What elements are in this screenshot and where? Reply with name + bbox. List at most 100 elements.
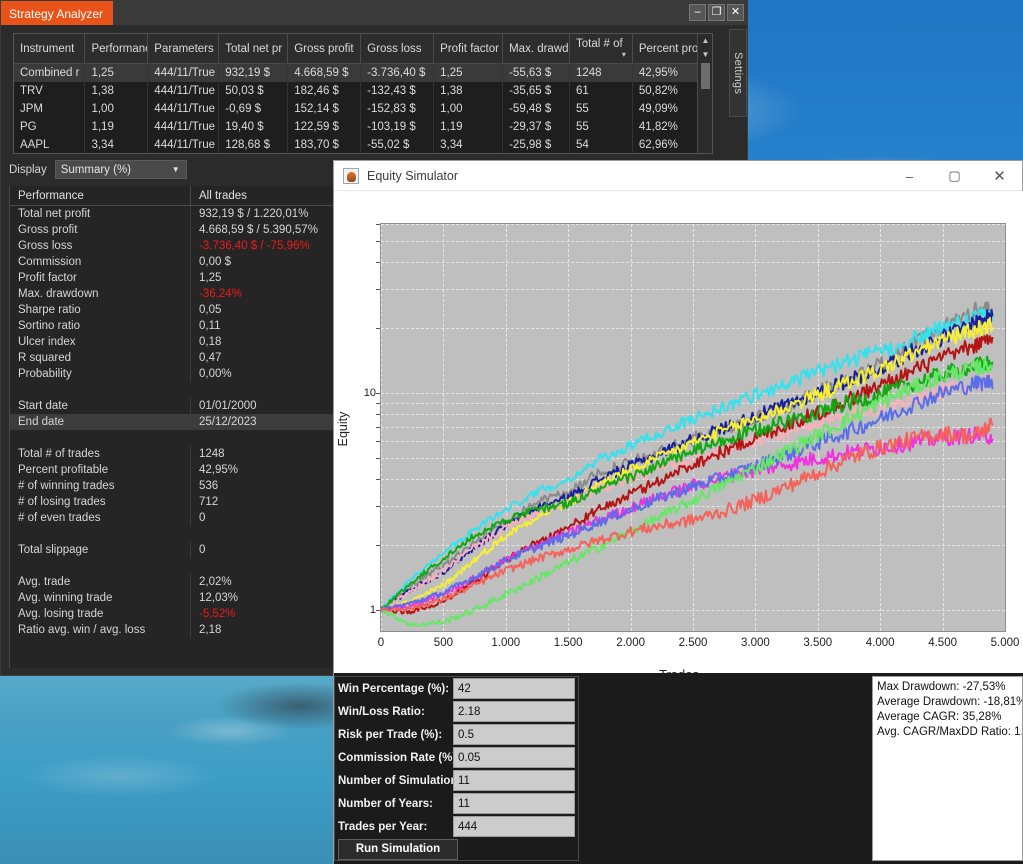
performance-row[interactable]: Avg. trade 2,02% bbox=[10, 574, 334, 590]
input-win-loss-ratio[interactable] bbox=[453, 701, 575, 722]
performance-row[interactable]: Ratio avg. win / avg. loss 2,18 bbox=[10, 622, 334, 638]
column-header-instrument[interactable]: Instrument bbox=[14, 34, 86, 64]
table-row[interactable]: AAPL 3,34 444/11/True 128,68 $183,70 $ -55,0… bbox=[14, 135, 712, 153]
performance-row[interactable]: Start date 01/01/2000 bbox=[10, 398, 334, 414]
table-cell: 1,25 bbox=[433, 63, 504, 82]
form-rows: Win Percentage (%): Win/Loss Ratio: Risk p… bbox=[335, 677, 578, 838]
equity-maximize-button[interactable]: ▢ bbox=[932, 161, 977, 191]
performance-row[interactable]: Sortino ratio 0,11 bbox=[10, 318, 334, 334]
performance-row[interactable]: Gross loss -3.736,40 $ / -75,96% bbox=[10, 238, 334, 254]
performance-row[interactable]: Max. drawdown -36,24% bbox=[10, 286, 334, 302]
table-cell: 122,59 $ bbox=[287, 117, 362, 136]
input-commission-rate[interactable] bbox=[453, 747, 575, 768]
performance-metric-value: -5,52% bbox=[190, 606, 334, 622]
close-button[interactable]: ✕ bbox=[727, 4, 744, 21]
performance-row[interactable]: Total net profit 932,19 $ / 1.220,01% bbox=[10, 206, 334, 222]
input-win-percentage[interactable] bbox=[453, 678, 575, 699]
performance-row[interactable]: Ulcer index 0,18 bbox=[10, 334, 334, 350]
column-header-performanc[interactable]: Performanc bbox=[84, 34, 149, 64]
table-row[interactable]: JPM 1,00 444/11/True -0,69 $152,14 $ -152,83… bbox=[14, 99, 712, 118]
x-axis-tick-label: 3.500 bbox=[803, 637, 833, 649]
performance-row[interactable]: Sharpe ratio 0,05 bbox=[10, 302, 334, 318]
input-number-of-years[interactable] bbox=[453, 793, 575, 814]
performance-metric-name: Ratio avg. win / avg. loss bbox=[18, 624, 146, 636]
close-icon: ✕ bbox=[730, 6, 741, 18]
table-cell: 183,70 $ bbox=[287, 135, 362, 153]
table-cell: 1248 bbox=[569, 63, 633, 82]
table-cell: 4.668,59 $ bbox=[287, 63, 362, 82]
settings-tab[interactable]: Settings bbox=[729, 29, 747, 117]
results-table-header-row: Instrument Performanc Parameters Total net … bbox=[14, 34, 712, 64]
field-label: Number of Years: bbox=[338, 797, 434, 810]
performance-row[interactable]: Gross profit 4.668,59 $ / 5.390,57% bbox=[10, 222, 334, 238]
column-header-gross-profit[interactable]: Gross profit bbox=[287, 34, 362, 64]
run-simulation-button[interactable]: Run Simulation bbox=[338, 839, 458, 860]
table-cell: 1,25 bbox=[84, 63, 149, 82]
column-header-profit-factor[interactable]: Profit factor bbox=[433, 34, 504, 64]
table-cell: 1,00 bbox=[84, 99, 149, 118]
results-table-scrollbar[interactable]: ▲ ▼ bbox=[697, 34, 712, 153]
form-row: Number of Simulations: bbox=[335, 769, 578, 792]
column-header-max-drawd[interactable]: Max. drawd bbox=[502, 34, 570, 64]
performance-metric-value: 536 bbox=[190, 478, 334, 494]
performance-row[interactable]: End date 25/12/2023 bbox=[10, 414, 334, 430]
input-risk-per-trade[interactable] bbox=[453, 724, 575, 745]
table-row[interactable]: TRV 1,38 444/11/True 50,03 $182,46 $ -132,43… bbox=[14, 81, 712, 100]
x-axis-tick-label: 5.000 bbox=[990, 637, 1020, 649]
field-label: Commission Rate (%): bbox=[338, 751, 461, 764]
performance-metric-name: Sortino ratio bbox=[18, 320, 81, 332]
column-header-gross-loss[interactable]: Gross loss bbox=[360, 34, 435, 64]
scrollbar-thumb[interactable] bbox=[701, 63, 710, 89]
table-cell: 19,40 $ bbox=[218, 117, 289, 136]
chevron-down-icon: ▼ bbox=[171, 165, 180, 174]
table-cell: JPM bbox=[14, 99, 86, 118]
x-axis-tick-label: 2.000 bbox=[616, 637, 645, 649]
performance-metric-name: Percent profitable bbox=[18, 464, 109, 476]
column-header-total-of[interactable]: Total # of ▾ bbox=[569, 34, 633, 64]
table-cell: 182,46 $ bbox=[287, 81, 362, 100]
display-dropdown[interactable]: Summary (%) ▼ bbox=[54, 160, 187, 179]
table-cell: PG bbox=[14, 117, 86, 136]
performance-row[interactable]: Probability 0,00% bbox=[10, 366, 334, 382]
performance-summary-list[interactable]: Performance All trades Total net profit 9… bbox=[9, 186, 334, 668]
performance-row[interactable]: Avg. winning trade 12,03% bbox=[10, 590, 334, 606]
performance-row[interactable]: # of losing trades 712 bbox=[10, 494, 334, 510]
input-number-of-simulations[interactable] bbox=[453, 770, 575, 791]
minimize-button[interactable]: – bbox=[689, 4, 706, 21]
equity-minimize-button[interactable]: – bbox=[887, 161, 932, 191]
performance-metric-name: End date bbox=[18, 416, 65, 428]
series-line-sim-9-royalblue bbox=[381, 374, 994, 613]
maximize-button[interactable]: ❐ bbox=[708, 4, 725, 21]
field-label: Risk per Trade (%): bbox=[338, 728, 443, 741]
input-trades-per-year[interactable] bbox=[453, 816, 575, 837]
form-row: Win/Loss Ratio: bbox=[335, 700, 578, 723]
performance-metric-value: 0,11 bbox=[190, 318, 334, 334]
performance-row[interactable]: Total slippage 0 bbox=[10, 542, 334, 558]
performance-metric-value: -3.736,40 $ / -75,96% bbox=[190, 238, 334, 254]
table-row[interactable]: Combined r 1,25 444/11/True 932,19 $4.668,5… bbox=[14, 63, 712, 82]
performance-row[interactable]: Total # of trades 1248 bbox=[10, 446, 334, 462]
form-row: Win Percentage (%): bbox=[335, 677, 578, 700]
y-axis-label: Equity bbox=[336, 411, 350, 447]
x-axis: 0 500 1.000 1.500 2.000 2.500 3.000 3.500 4.000 4… bbox=[378, 634, 1020, 654]
performance-row[interactable]: # of winning trades 536 bbox=[10, 478, 334, 494]
performance-row[interactable]: R squared 0,47 bbox=[10, 350, 334, 366]
scroll-up-icon[interactable]: ▲ bbox=[698, 34, 712, 48]
performance-row[interactable]: Percent profitable 42,95% bbox=[10, 462, 334, 478]
table-row[interactable]: PG 1,19 444/11/True 19,40 $122,59 $ -103,19 … bbox=[14, 117, 712, 136]
table-cell: 50,03 $ bbox=[218, 81, 289, 100]
performance-row[interactable]: Profit factor 1,25 bbox=[10, 270, 334, 286]
performance-metric-value: 2,18 bbox=[190, 622, 334, 638]
performance-row[interactable]: Avg. losing trade -5,52% bbox=[10, 606, 334, 622]
performance-row[interactable]: # of even trades 0 bbox=[10, 510, 334, 526]
column-header-parameters[interactable]: Parameters bbox=[147, 34, 220, 64]
scroll-down-icon[interactable]: ▼ bbox=[698, 48, 712, 62]
equity-close-button[interactable]: ✕ bbox=[977, 161, 1022, 191]
performance-metric-name: Max. drawdown bbox=[18, 288, 99, 300]
x-axis-tick-label: 1.500 bbox=[553, 637, 583, 649]
performance-row-spacer bbox=[10, 558, 334, 574]
results-table: Instrument Performanc Parameters Total net … bbox=[14, 34, 712, 153]
column-header-total-net-pr[interactable]: Total net pr bbox=[218, 34, 289, 64]
form-row: Number of Years: bbox=[335, 792, 578, 815]
performance-row[interactable]: Commission 0,00 $ bbox=[10, 254, 334, 270]
